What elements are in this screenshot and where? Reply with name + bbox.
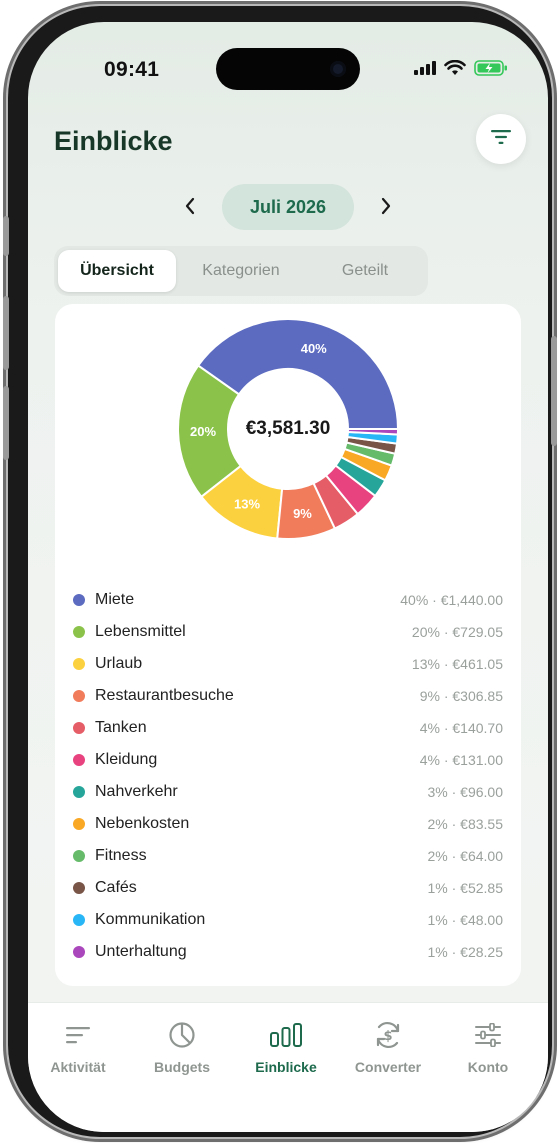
legend-value: 20% · €729.05: [411, 624, 503, 640]
legend-color-dot: [73, 786, 85, 798]
legend-item[interactable]: Fitness 2% · €64.00: [73, 840, 503, 872]
legend-value: 4% · €140.70: [419, 720, 503, 736]
chevron-left-icon: [184, 197, 196, 220]
status-bar: 09:41: [28, 22, 548, 112]
legend-value: 1% · €48.00: [427, 912, 504, 928]
legend-label: Kleidung: [95, 751, 158, 768]
legend-value: 1% · €28.25: [427, 944, 504, 960]
phone-frame: 09:41 Einblicke Juli 2026 Übersicht Kate…: [3, 6, 557, 1137]
camera-icon: [330, 61, 346, 77]
nav-item-account[interactable]: Konto: [438, 1021, 538, 1075]
legend-value: 2% · €83.55: [427, 816, 504, 832]
legend-item[interactable]: Kommunikation 1% · €48.00: [73, 904, 503, 936]
status-icons: [414, 59, 508, 81]
svg-text:$: $: [383, 1029, 392, 1044]
nav-item-converter[interactable]: $ Converter: [338, 1021, 438, 1075]
nav-label-insights: Einblicke: [255, 1059, 317, 1075]
month-selector[interactable]: Juli 2026: [222, 184, 354, 230]
legend-color-dot: [73, 754, 85, 766]
overview-card: 40% 20% 13% 9% €3,581.30 Miete 40% · €1,440.…: [55, 304, 521, 986]
volume-down-button: [3, 386, 9, 460]
nav-item-activity[interactable]: Aktivität: [28, 1021, 128, 1075]
legend-label: Tanken: [95, 719, 147, 736]
legend-item[interactable]: Kleidung 4% · €131.00: [73, 744, 503, 776]
legend-item[interactable]: Nebenkosten 2% · €83.55: [73, 808, 503, 840]
dynamic-island: [216, 48, 360, 90]
legend-item[interactable]: Restaurantbesuche 9% · €306.85: [73, 680, 503, 712]
legend-value: 1% · €52.85: [427, 880, 504, 896]
legend-label: Kommunikation: [95, 911, 206, 928]
segmented-tabs: Übersicht Kategorien Geteilt: [54, 246, 428, 296]
sliders-icon: [438, 1021, 538, 1049]
volume-up-button: [3, 296, 9, 370]
power-button: [551, 336, 557, 446]
legend-item[interactable]: Cafés 1% · €52.85: [73, 872, 503, 904]
legend-color-dot: [73, 946, 85, 958]
nav-label-account: Konto: [467, 1059, 509, 1075]
legend-item[interactable]: Urlaub 13% · €461.05: [73, 648, 503, 680]
legend-label: Cafés: [95, 879, 137, 896]
signal-icon: [414, 61, 436, 80]
legend-color-dot: [73, 594, 85, 606]
tab-categories[interactable]: Kategorien: [182, 250, 300, 292]
legend-item[interactable]: Lebensmittel 20% · €729.05: [73, 616, 503, 648]
legend-item[interactable]: Tanken 4% · €140.70: [73, 712, 503, 744]
pie-chart-icon: [132, 1021, 232, 1049]
legend-color-dot: [73, 626, 85, 638]
tab-overview[interactable]: Übersicht: [58, 250, 176, 292]
nav-label-budgets: Budgets: [154, 1059, 210, 1075]
legend-item[interactable]: Unterhaltung 1% · €28.25: [73, 936, 503, 968]
app-screen: 09:41 Einblicke Juli 2026 Übersicht Kate…: [28, 22, 548, 1132]
legend-item[interactable]: Miete 40% · €1,440.00: [73, 584, 503, 616]
legend-label: Miete: [95, 591, 135, 608]
legend-color-dot: [73, 690, 85, 702]
page-title: Einblicke: [54, 126, 173, 156]
legend-label: Urlaub: [95, 655, 143, 672]
legend-color-dot: [73, 850, 85, 862]
nav-label-activity: Aktivität: [50, 1059, 106, 1075]
status-time: 09:41: [104, 58, 160, 81]
legend-color-dot: [73, 914, 85, 926]
legend-label: Nahverkehr: [95, 783, 178, 800]
legend-label: Fitness: [95, 847, 147, 864]
bar-chart-icon: [236, 1021, 336, 1049]
nav-label-converter: Converter: [354, 1059, 422, 1075]
activity-list-icon: [28, 1021, 128, 1049]
legend-label: Unterhaltung: [95, 943, 187, 960]
legend-value: 2% · €64.00: [427, 848, 504, 864]
legend-value: 40% · €1,440.00: [400, 592, 503, 608]
next-month-button[interactable]: [374, 196, 398, 220]
legend-color-dot: [73, 722, 85, 734]
legend-value: 9% · €306.85: [419, 688, 503, 704]
legend-item[interactable]: Nahverkehr 3% · €96.00: [73, 776, 503, 808]
chevron-right-icon: [380, 197, 392, 220]
legend-color-dot: [73, 882, 85, 894]
nav-item-budgets[interactable]: Budgets: [132, 1021, 232, 1075]
bottom-navigation: Aktivität Budgets Einblicke $ Converter: [28, 1002, 548, 1132]
battery-icon: [474, 60, 508, 81]
filter-icon: [491, 129, 511, 149]
nav-item-insights[interactable]: Einblicke: [236, 1021, 336, 1075]
mute-switch: [3, 216, 9, 256]
tab-shared[interactable]: Geteilt: [306, 250, 424, 292]
filter-button[interactable]: [476, 114, 526, 164]
wifi-icon: [444, 59, 466, 81]
total-amount: €3,581.30: [245, 418, 331, 439]
legend-label: Restaurantbesuche: [95, 687, 234, 704]
legend-value: 3% · €96.00: [427, 784, 504, 800]
legend-value: 4% · €131.00: [419, 752, 503, 768]
legend-color-dot: [73, 658, 85, 670]
legend-label: Lebensmittel: [95, 623, 186, 640]
donut-chart: 40% 20% 13% 9% €3,581.30: [177, 318, 399, 540]
legend-label: Nebenkosten: [95, 815, 190, 832]
legend-color-dot: [73, 818, 85, 830]
currency-convert-icon: $: [338, 1021, 438, 1049]
legend-value: 13% · €461.05: [411, 656, 503, 672]
previous-month-button[interactable]: [178, 196, 202, 220]
category-legend: Miete 40% · €1,440.00 Lebensmittel 20% · €7…: [73, 584, 503, 968]
